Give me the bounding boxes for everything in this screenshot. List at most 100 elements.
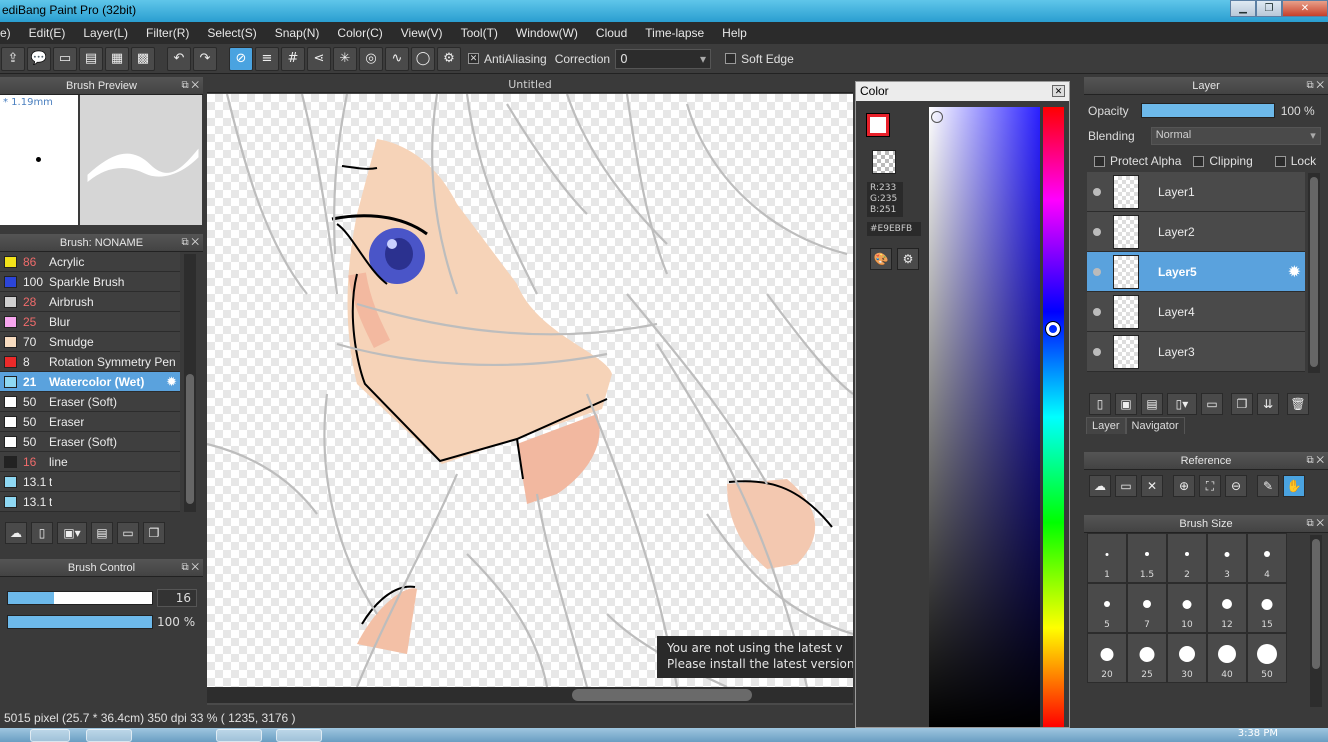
brush-size-preset[interactable]: 7 [1127, 583, 1167, 633]
delete-layer-icon[interactable]: 🗑 [1287, 393, 1309, 415]
zoom-in-icon[interactable]: ⊕ [1173, 475, 1195, 497]
export-icon[interactable]: ⇪ [1, 46, 25, 71]
palette-settings-icon[interactable]: ⚙ [897, 248, 919, 270]
brush-list-item[interactable]: 21 Watercolor (Wet) ✹ [0, 372, 180, 392]
speech-bubble-icon[interactable]: 💬 [27, 46, 51, 71]
layer-settings-gear-icon[interactable]: ✹ [1288, 262, 1301, 282]
correction-select[interactable]: 0 [615, 48, 712, 69]
add-layer-dropdown-icon[interactable]: ▯▾ [1167, 393, 1197, 415]
snap-settings-icon[interactable]: ⚙ [437, 46, 461, 71]
layer-item[interactable]: Layer5 ✹ [1087, 252, 1305, 292]
close-reference-icon[interactable]: ✕ [1141, 475, 1163, 497]
brush-size-scrollbar[interactable] [1310, 535, 1322, 707]
menu-item[interactable]: e) [0, 26, 20, 40]
brush-size-preset[interactable]: 5 [1087, 583, 1127, 633]
transparent-color-swatch[interactable] [872, 150, 896, 174]
minimize-button[interactable]: ▁ [1230, 0, 1256, 17]
brush-list-item[interactable]: 16 line [0, 452, 180, 472]
merge-down-icon[interactable]: ⇊ [1257, 393, 1279, 415]
menu-item[interactable]: Tool(T) [452, 26, 507, 40]
close-icon[interactable]: ✕ [1052, 85, 1065, 97]
eyedropper-icon[interactable]: ✎ [1257, 475, 1279, 497]
foreground-background-swatch[interactable] [866, 113, 901, 146]
scroll-thumb[interactable] [1310, 177, 1318, 367]
visibility-icon[interactable] [1093, 227, 1101, 236]
menu-item[interactable]: Color(C) [328, 26, 391, 40]
start-button[interactable] [30, 729, 70, 742]
brush-list-item[interactable]: 50 Eraser (Soft) [0, 392, 180, 412]
menu-item[interactable]: Snap(N) [266, 26, 329, 40]
new-halftone-layer-icon[interactable]: ▣ [1115, 393, 1137, 415]
brush-size-preset[interactable]: 25 [1127, 633, 1167, 683]
blending-select[interactable]: Normal [1150, 127, 1321, 145]
taskbar-app-medibang[interactable] [216, 729, 262, 742]
brush-list-item[interactable]: 100 Sparkle Brush [0, 272, 180, 292]
ellipse-snap-icon[interactable]: ◯ [411, 46, 435, 71]
visibility-icon[interactable] [1093, 267, 1101, 276]
brush-size-preset[interactable]: 50 [1247, 633, 1287, 683]
brush-list-item[interactable]: 50 Eraser (Soft) [0, 432, 180, 452]
circle-snap-icon[interactable]: ◎ [359, 46, 383, 71]
brush-size-preset[interactable]: 2 [1167, 533, 1207, 583]
layer-list-scrollbar[interactable] [1308, 173, 1320, 373]
sv-cursor[interactable] [931, 111, 943, 123]
redo-icon[interactable]: ↷ [193, 46, 217, 71]
brush-list-scrollbar[interactable] [184, 254, 196, 512]
brush-list-item[interactable]: 28 Airbrush [0, 292, 180, 312]
duplicate-icon[interactable]: ❐ [143, 522, 165, 544]
document-icon[interactable]: ▤ [79, 46, 103, 71]
document-tab[interactable]: Untitled [207, 77, 853, 93]
protect-alpha-checkbox[interactable]: Protect Alpha [1094, 154, 1181, 168]
menu-item[interactable]: Window(W) [507, 26, 587, 40]
layer-item[interactable]: Layer2 [1087, 212, 1305, 252]
duplicate-layer-icon[interactable]: ❐ [1231, 393, 1253, 415]
soft-edge-checkbox[interactable]: Soft Edge [725, 52, 794, 66]
brush-list-item[interactable]: 13.1 t [0, 472, 180, 492]
hand-icon[interactable]: ✋ [1283, 475, 1305, 497]
parallel-snap-icon[interactable]: ≡ [255, 46, 279, 71]
maximize-button[interactable]: ❐ [1256, 0, 1282, 17]
taskbar-app-explorer[interactable] [86, 729, 132, 742]
clipping-checkbox[interactable]: Clipping [1193, 154, 1253, 168]
folder-icon[interactable]: ▭ [117, 522, 139, 544]
update-notice[interactable]: You are not using the latest v Please in… [657, 636, 853, 678]
layer-item[interactable]: Layer4 [1087, 292, 1305, 332]
scroll-thumb[interactable] [186, 374, 194, 504]
scroll-thumb[interactable] [1312, 539, 1320, 669]
grid-snap-icon[interactable]: # [281, 46, 305, 71]
new-layer-icon[interactable]: ▯ [1089, 393, 1111, 415]
sheet-icon[interactable]: ▦ [105, 46, 129, 71]
menu-item[interactable]: Select(S) [198, 26, 265, 40]
brush-size-preset[interactable]: 1 [1087, 533, 1127, 583]
drawing-canvas[interactable] [207, 94, 853, 687]
menu-item[interactable]: Filter(R) [137, 26, 198, 40]
brush-list-item[interactable]: 70 Smudge [0, 332, 180, 352]
menu-item[interactable]: View(V) [392, 26, 452, 40]
brush-size-preset[interactable]: 1.5 [1127, 533, 1167, 583]
comment-icon[interactable]: ▭ [53, 46, 77, 71]
menu-item[interactable]: Time-lapse [636, 26, 713, 40]
brush-settings-gear-icon[interactable]: ✹ [166, 374, 177, 390]
brush-size-preset[interactable]: 15 [1247, 583, 1287, 633]
visibility-icon[interactable] [1093, 307, 1101, 316]
menu-item[interactable]: Layer(L) [74, 26, 137, 40]
lock-checkbox[interactable]: Lock [1274, 154, 1316, 168]
tab-layer[interactable]: Layer [1086, 417, 1126, 434]
brush-list-item[interactable]: 86 Acrylic [0, 252, 180, 272]
brush-size-preset[interactable]: 20 [1087, 633, 1127, 683]
brush-settings-icon[interactable]: ▤ [91, 522, 113, 544]
new-brush-icon[interactable]: ▯ [31, 522, 53, 544]
add-brush-dropdown-icon[interactable]: ▣▾ [57, 522, 87, 544]
taskbar-app-browser[interactable] [276, 729, 322, 742]
saturation-value-picker[interactable] [929, 107, 1040, 727]
close-button[interactable]: ✕ [1282, 0, 1328, 17]
brush-size-value[interactable]: 16 [157, 589, 197, 607]
brush-list-item[interactable]: 25 Blur [0, 312, 180, 332]
brush-size-preset[interactable]: 4 [1247, 533, 1287, 583]
visibility-icon[interactable] [1093, 187, 1101, 196]
menu-item[interactable]: Help [713, 26, 756, 40]
open-folder-icon[interactable]: ▭ [1115, 475, 1137, 497]
brush-list-item[interactable]: 8 Rotation Symmetry Pen [0, 352, 180, 372]
undo-icon[interactable]: ↶ [167, 46, 191, 71]
panel-float-close-icons[interactable]: ⧉ ✕ [181, 77, 199, 95]
